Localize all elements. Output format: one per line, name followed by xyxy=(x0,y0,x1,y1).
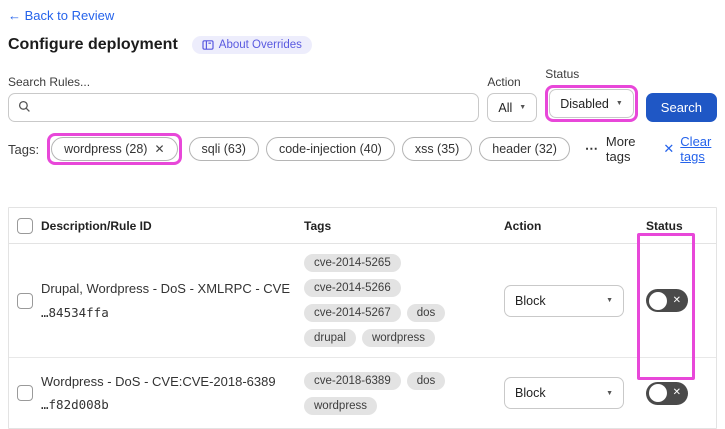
tag-pill-header[interactable]: header (32) xyxy=(479,137,570,161)
search-rules-label: Search Rules... xyxy=(8,75,91,89)
about-overrides-label: About Overrides xyxy=(218,39,302,51)
rule-id: …84534ffa xyxy=(41,304,109,320)
col-header-status: Status xyxy=(646,218,683,233)
action-dropdown[interactable]: All ▼ xyxy=(487,93,538,122)
action-select-value: Block xyxy=(515,293,546,308)
status-dropdown[interactable]: Disabled ▼ xyxy=(549,89,634,118)
toggle-knob xyxy=(648,384,667,402)
rule-tag: dos xyxy=(406,304,446,322)
toggle-x-icon: ✕ xyxy=(672,294,681,306)
rule-tag: cve-2014-5267 xyxy=(304,304,401,322)
rule-description: Wordpress - DoS - CVE:CVE-2018-6389 xyxy=(41,373,276,389)
clear-x-icon: ✕ xyxy=(663,141,675,156)
rule-tags: cve-2014-5265 cve-2014-5266 cve-2014-526… xyxy=(304,244,504,357)
tag-pill-label: wordpress (28) xyxy=(64,142,148,156)
rule-tag: drupal xyxy=(304,329,356,347)
about-overrides-badge[interactable]: About Overrides xyxy=(191,36,312,54)
rule-id: …f82d008b xyxy=(41,397,109,413)
row-checkbox[interactable] xyxy=(17,292,33,309)
col-header-action: Action xyxy=(504,218,542,233)
clear-tags-button[interactable]: ✕ Clear tags xyxy=(663,134,717,164)
row-checkbox[interactable] xyxy=(17,385,33,401)
action-label: Action xyxy=(487,75,521,89)
search-button[interactable]: Search xyxy=(645,93,717,122)
table-header-row: Description/Rule ID Tags Action Status xyxy=(9,208,716,244)
status-dropdown-value: Disabled xyxy=(560,96,609,111)
status-toggle[interactable]: ✕ xyxy=(646,289,688,312)
rule-tag: cve-2014-5265 xyxy=(304,254,401,272)
tag-pill-wordpress[interactable]: wordpress (28) ✕ xyxy=(51,137,178,161)
chevron-down-icon: ▼ xyxy=(519,104,527,111)
status-toggle[interactable]: ✕ xyxy=(646,381,688,405)
table-row: Wordpress - DoS - CVE:CVE-2018-6389 …f82… xyxy=(9,358,716,428)
page-header: Configure deployment About Overrides xyxy=(8,36,717,54)
select-all-checkbox[interactable] xyxy=(17,217,33,234)
chevron-down-icon: ▼ xyxy=(615,100,623,107)
more-tags-button[interactable]: ⋯ More tags xyxy=(585,134,640,164)
remove-tag-icon[interactable]: ✕ xyxy=(154,142,164,156)
filter-row: Search Rules... Action All ▼ Status Disa… xyxy=(8,67,717,122)
tag-pill-xss[interactable]: xss (35) xyxy=(401,137,473,161)
chevron-down-icon: ▼ xyxy=(606,297,613,304)
selected-tag-highlight: wordpress (28) ✕ xyxy=(47,133,182,165)
status-label: Status xyxy=(545,67,580,81)
ellipsis-icon: ⋯ xyxy=(584,141,599,156)
book-icon xyxy=(202,39,214,51)
tags-bar: Tags: wordpress (28) ✕ sqli (63) code-in… xyxy=(8,133,717,165)
rule-tag: cve-2014-5266 xyxy=(304,279,401,297)
rule-tag: cve-2018-6389 xyxy=(304,371,401,390)
action-dropdown-value: All xyxy=(498,100,513,115)
rule-tags: cve-2018-6389 dos wordpress xyxy=(304,362,504,425)
clear-tags-label: Clear tags xyxy=(680,134,712,164)
more-tags-label: More tags xyxy=(605,134,636,164)
toggle-knob xyxy=(648,291,667,310)
chevron-down-icon: ▼ xyxy=(606,389,613,397)
rule-tag: wordpress xyxy=(361,329,436,347)
col-header-description: Description/Rule ID xyxy=(41,218,152,233)
tag-pill-sqli[interactable]: sqli (63) xyxy=(188,137,259,161)
col-header-tags: Tags xyxy=(304,218,332,233)
table-row: Drupal, Wordpress - DoS - XMLRPC - CVE:C… xyxy=(9,244,716,358)
action-select[interactable]: Block ▼ xyxy=(504,377,624,409)
status-dropdown-highlight: Disabled ▼ xyxy=(545,85,638,122)
action-select[interactable]: Block ▼ xyxy=(504,284,624,317)
rule-tag: dos xyxy=(406,371,446,390)
toggle-x-icon: ✕ xyxy=(672,387,681,398)
rule-description: Drupal, Wordpress - DoS - XMLRPC - CVE:C… xyxy=(41,281,290,297)
search-rules-input[interactable] xyxy=(37,100,470,115)
rules-table: Description/Rule ID Tags Action Status D… xyxy=(8,207,717,429)
search-icon xyxy=(18,100,31,116)
tags-label: Tags: xyxy=(8,141,40,157)
page-title: Configure deployment xyxy=(8,36,178,53)
back-to-review-link[interactable]: ← Back to Review xyxy=(8,8,114,23)
search-box[interactable] xyxy=(8,93,480,122)
action-select-value: Block xyxy=(515,386,546,400)
tag-pill-code-injection[interactable]: code-injection (40) xyxy=(265,137,395,161)
